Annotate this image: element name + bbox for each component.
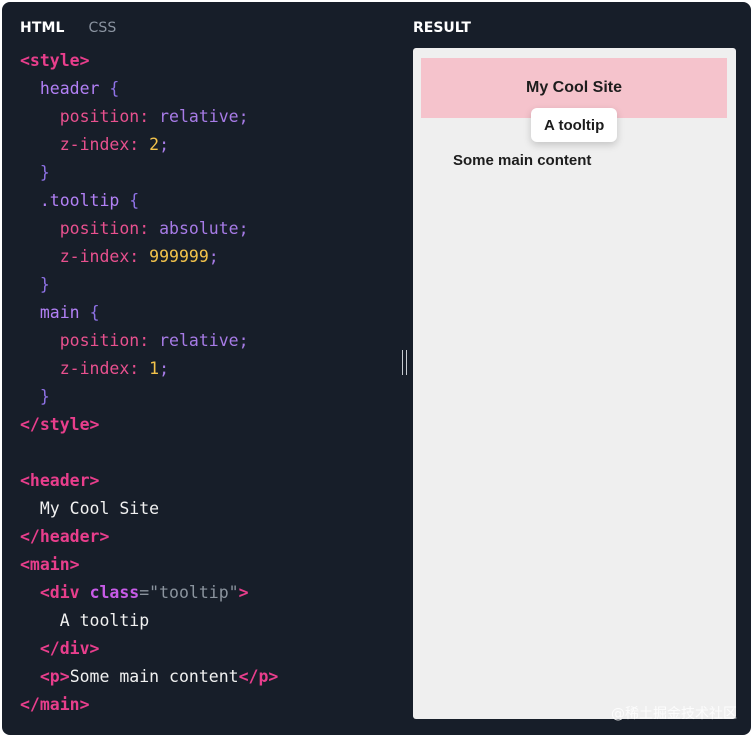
editor-tabs: HTML CSS <box>20 16 116 40</box>
watermark: @稀土掘金技术社区 <box>611 706 737 722</box>
code-line: </header> <box>20 523 278 551</box>
code-line: </div> <box>20 635 278 663</box>
pane-resize-handle[interactable] <box>402 350 407 375</box>
css-semicolon: ; <box>238 219 249 238</box>
css-property: z-index: <box>59 135 140 154</box>
attr-name: class <box>89 583 140 602</box>
code-line: <main> <box>20 551 278 579</box>
p-open-tag: <p> <box>39 667 70 686</box>
css-semicolon: ; <box>238 331 249 350</box>
css-semicolon: ; <box>159 135 170 154</box>
code-line: <p>Some main content</p> <box>20 663 278 691</box>
main-close-tag: </main> <box>20 695 90 714</box>
css-semicolon: ; <box>208 247 219 266</box>
attr-equals: = <box>139 583 150 602</box>
css-semicolon: ; <box>159 359 170 378</box>
header-open-tag: <header> <box>20 471 100 490</box>
code-line: } <box>20 159 278 187</box>
css-brace: { <box>89 303 100 322</box>
code-line: A tooltip <box>20 607 278 635</box>
css-property: position: <box>59 331 150 350</box>
header-text-node: My Cool Site <box>39 499 160 518</box>
code-line: } <box>20 271 278 299</box>
css-semicolon: ; <box>238 107 249 126</box>
css-brace: { <box>109 79 120 98</box>
div-open-tag: <div <box>39 583 80 602</box>
code-line: position: absolute; <box>20 215 278 243</box>
code-line: position: relative; <box>20 103 278 131</box>
div-close-tag: </div> <box>39 639 100 658</box>
code-line: <style> <box>20 47 278 75</box>
css-brace: { <box>129 191 140 210</box>
css-selector: main <box>39 303 80 322</box>
preview-header-text: My Cool Site <box>525 79 622 96</box>
code-line: z-index: 2; <box>20 131 278 159</box>
css-number: 1 <box>149 359 160 378</box>
css-selector: .tooltip <box>39 191 120 210</box>
result-preview: My Cool Site A tooltip Some main content <box>413 48 736 719</box>
code-line: header { <box>20 75 278 103</box>
css-number: 999999 <box>149 247 209 266</box>
css-selector: header <box>39 79 100 98</box>
code-line: <div class="tooltip"> <box>20 579 278 607</box>
code-line: z-index: 999999; <box>20 243 278 271</box>
code-line: } <box>20 383 278 411</box>
css-brace: } <box>39 163 50 182</box>
code-line: z-index: 1; <box>20 355 278 383</box>
code-line: My Cool Site <box>20 495 278 523</box>
style-close-tag: </style> <box>20 415 100 434</box>
css-property: position: <box>59 107 150 126</box>
codepen-embed: HTML CSS RESULT <style> header { positio… <box>2 2 751 735</box>
code-line: </main> <box>20 691 278 719</box>
css-value: relative <box>159 331 239 350</box>
css-number: 2 <box>149 135 160 154</box>
attr-value: "tooltip" <box>149 583 239 602</box>
preview-main-text: Some main content <box>453 152 592 169</box>
code-line: main { <box>20 299 278 327</box>
tab-html[interactable]: HTML <box>20 20 65 36</box>
html-code-editor[interactable]: <style> header { position: relative; z-i… <box>20 47 278 719</box>
preview-tooltip: A tooltip <box>531 108 618 142</box>
code-line: </style> <box>20 411 278 439</box>
header-close-tag: </header> <box>20 527 110 546</box>
style-open-tag: <style> <box>20 51 90 70</box>
css-property: z-index: <box>59 247 140 266</box>
css-property: position: <box>59 219 150 238</box>
css-value: absolute <box>159 219 239 238</box>
css-brace: } <box>39 275 50 294</box>
css-property: z-index: <box>59 359 140 378</box>
tab-css[interactable]: CSS <box>89 20 117 36</box>
css-value: relative <box>159 107 239 126</box>
css-brace: } <box>39 387 50 406</box>
code-line: position: relative; <box>20 327 278 355</box>
tooltip-text-node: A tooltip <box>59 611 150 630</box>
code-line: <header> <box>20 467 278 495</box>
p-close-tag: </p> <box>238 667 279 686</box>
main-open-tag: <main> <box>20 555 80 574</box>
tag-end: > <box>238 583 249 602</box>
code-line: .tooltip { <box>20 187 278 215</box>
p-text-node: Some main content <box>69 667 239 686</box>
result-tab-label: RESULT <box>413 20 471 36</box>
